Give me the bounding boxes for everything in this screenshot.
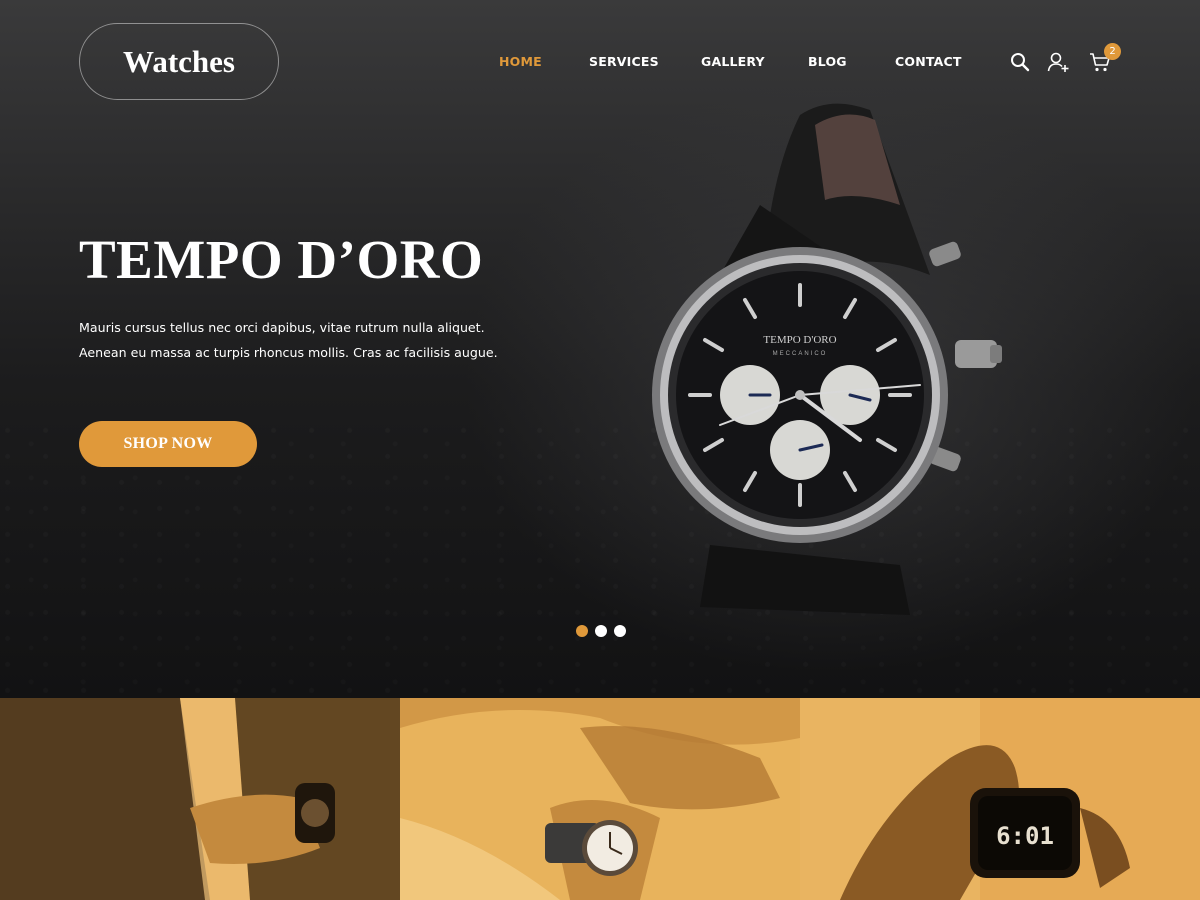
nav-home[interactable]: HOME	[499, 54, 542, 69]
search-icon[interactable]	[1008, 50, 1032, 74]
user-add-icon[interactable]	[1046, 50, 1070, 74]
image-tiles: 6:01	[0, 698, 1200, 900]
tile-suit-watch[interactable]	[0, 698, 400, 900]
watch-image: TEMPO D'ORO MECCANICO	[652, 103, 1002, 615]
nav-gallery[interactable]: GALLERY	[701, 54, 765, 69]
hero-title: TEMPO D’ORO	[79, 229, 484, 290]
slider-dot-2[interactable]	[595, 625, 607, 637]
hero-section: TEMPO D'ORO MECCANICO Watches HOME SERVI…	[0, 0, 1200, 698]
digital-watch-readout: 6:01	[996, 822, 1054, 850]
nav-services[interactable]: SERVICES	[589, 54, 659, 69]
slider-dot-3[interactable]	[614, 625, 626, 637]
watch-brand: TEMPO D'ORO	[763, 334, 836, 346]
shop-now-button[interactable]: SHOP NOW	[79, 421, 257, 467]
watch-sub: MECCANICO	[773, 351, 828, 357]
tile-woman-watch[interactable]	[400, 698, 800, 900]
slider-dots	[576, 625, 626, 637]
hero-description: Mauris cursus tellus nec orci dapibus, v…	[79, 320, 498, 360]
slider-dot-1[interactable]	[576, 625, 588, 637]
nav-contact[interactable]: CONTACT	[895, 54, 962, 69]
tile-digital-watch[interactable]: 6:01	[800, 698, 1200, 900]
cart-count-badge: 2	[1104, 43, 1121, 60]
logo[interactable]: Watches	[79, 23, 279, 100]
nav-blog[interactable]: BLOG	[808, 54, 847, 69]
